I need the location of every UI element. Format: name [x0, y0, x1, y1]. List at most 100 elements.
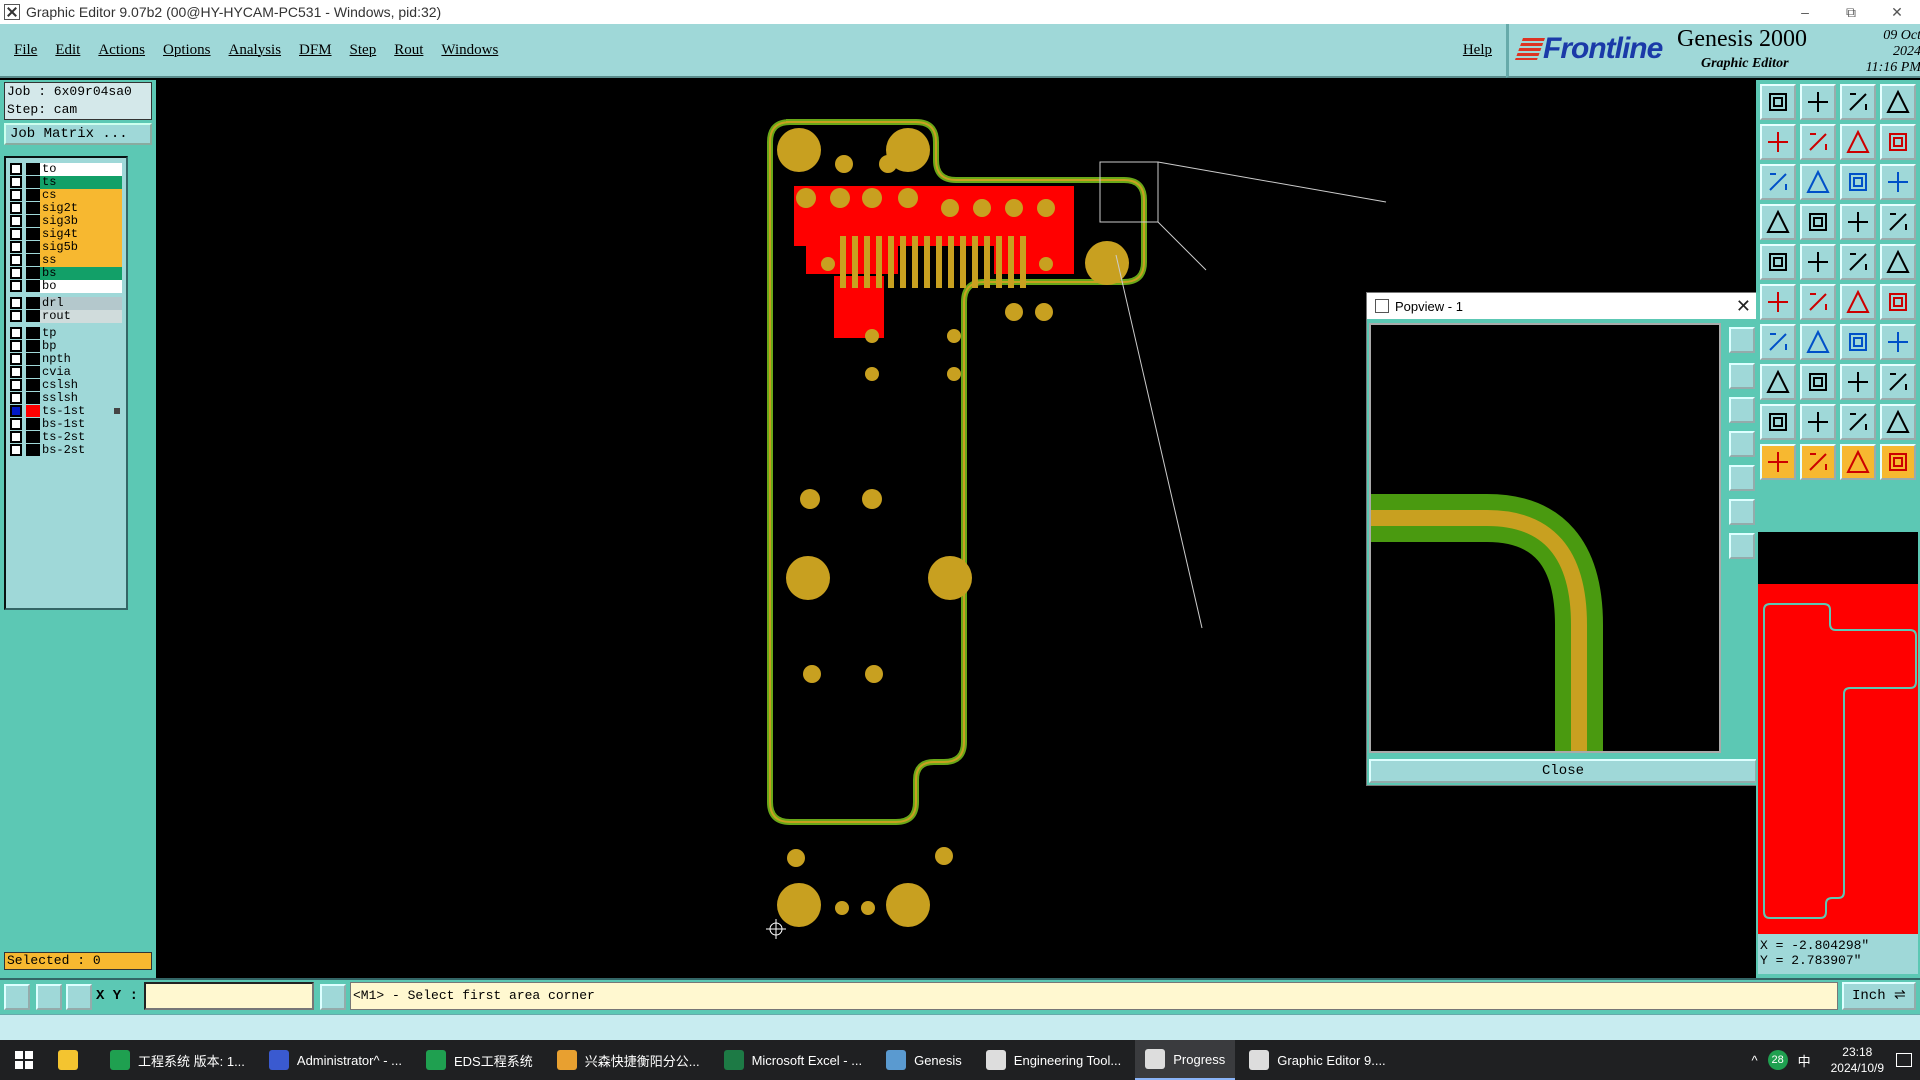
layer-name[interactable]: cslsh: [40, 378, 122, 392]
menu-windows[interactable]: Windows: [441, 42, 498, 59]
tool-layer-a-button[interactable]: [1840, 204, 1876, 240]
tool-delete-button[interactable]: [1800, 284, 1836, 320]
menu-options[interactable]: Options: [163, 42, 211, 59]
tool-slot-button[interactable]: [1840, 364, 1876, 400]
taskbar-item[interactable]: Graphic Editor 9....: [1239, 1040, 1395, 1080]
taskbar-file-explorer[interactable]: [48, 1040, 96, 1080]
measure-mode-button[interactable]: [36, 984, 62, 1010]
tool-layer-b-button[interactable]: [1880, 204, 1916, 240]
layer-row-cvia[interactable]: cvia: [10, 365, 122, 379]
notification-icon[interactable]: [1896, 1053, 1912, 1067]
tool-features-button[interactable]: [1800, 244, 1836, 280]
layer-checkbox[interactable]: [10, 228, 22, 240]
tool-measure-button[interactable]: [1840, 244, 1876, 280]
layer-checkbox[interactable]: [10, 241, 22, 253]
tool-grid-button[interactable]: [1800, 204, 1836, 240]
taskbar-item[interactable]: 工程系统 版本: 1...: [100, 1040, 255, 1080]
layer-checkbox[interactable]: [10, 379, 22, 391]
layer-row-tp[interactable]: tp: [10, 326, 122, 340]
layer-row-bs[interactable]: bs: [10, 266, 122, 280]
layer-row-drl[interactable]: drl: [10, 296, 122, 310]
popview-close-button[interactable]: Close: [1369, 759, 1757, 783]
layer-name[interactable]: drl: [40, 296, 122, 310]
layer-checkbox[interactable]: [10, 202, 22, 214]
info-button[interactable]: [320, 984, 346, 1010]
tool-select-move-button[interactable]: [1880, 444, 1916, 480]
minimize-button[interactable]: –: [1782, 4, 1828, 20]
layer-row-bo[interactable]: bo: [10, 279, 122, 293]
layer-row-ts-2st[interactable]: ts-2st: [10, 430, 122, 444]
menu-step[interactable]: Step: [350, 42, 377, 59]
layer-row-bs-2st[interactable]: bs-2st: [10, 443, 122, 457]
restore-button[interactable]: ⧉: [1828, 4, 1874, 21]
tool-zoom-center-button[interactable]: [1800, 164, 1836, 200]
layer-row-rout[interactable]: rout: [10, 309, 122, 323]
tool-drc-d-button[interactable]: [1880, 404, 1916, 440]
tool-save-button[interactable]: [1800, 84, 1836, 120]
menu-analysis[interactable]: Analysis: [229, 42, 282, 59]
tool-config-button[interactable]: [1760, 204, 1796, 240]
tool-drc-a-button[interactable]: [1760, 404, 1796, 440]
layer-name[interactable]: rout: [40, 309, 122, 323]
taskbar-item[interactable]: Engineering Tool...: [976, 1040, 1131, 1080]
graphic-canvas[interactable]: Popview - 1 ✕ Close: [156, 80, 1760, 978]
layer-name[interactable]: bs-1st: [40, 417, 122, 431]
layer-name[interactable]: ss: [40, 253, 122, 267]
taskbar-item[interactable]: Genesis: [876, 1040, 972, 1080]
layer-checkbox[interactable]: [10, 431, 22, 443]
layer-checkbox[interactable]: [10, 366, 22, 378]
tool-align-button[interactable]: [1880, 324, 1916, 360]
popview-view[interactable]: [1369, 323, 1721, 753]
layer-checkbox[interactable]: [10, 327, 22, 339]
layer-name[interactable]: cvia: [40, 365, 122, 379]
layer-checkbox[interactable]: [10, 254, 22, 266]
layer-checkbox[interactable]: [10, 405, 22, 417]
taskbar-item[interactable]: Microsoft Excel - ...: [714, 1040, 873, 1080]
tool-drc-b-button[interactable]: [1800, 404, 1836, 440]
layer-name[interactable]: bs-2st: [40, 443, 122, 457]
menu-help[interactable]: Help: [1463, 42, 1492, 59]
tool-next-button[interactable]: [1800, 124, 1836, 160]
layer-checkbox[interactable]: [10, 392, 22, 404]
snap-mode-button[interactable]: [4, 984, 30, 1010]
layer-checkbox[interactable]: [10, 163, 22, 175]
taskbar-item[interactable]: EDS工程系统: [416, 1040, 543, 1080]
popview-pan-up-tool[interactable]: [1729, 363, 1755, 389]
popview-zoom-tool[interactable]: [1729, 327, 1755, 353]
xy-input[interactable]: [144, 982, 314, 1010]
layer-name[interactable]: sig3b: [40, 214, 122, 228]
tray-badge[interactable]: 28: [1767, 1050, 1788, 1070]
layer-row-sig4t[interactable]: sig4t: [10, 227, 122, 241]
taskbar-item[interactable]: Progress: [1135, 1040, 1236, 1080]
tool-select-area-button[interactable]: [1800, 444, 1836, 480]
menu-actions[interactable]: Actions: [98, 42, 145, 59]
layer-checkbox[interactable]: [10, 418, 22, 430]
layer-name[interactable]: sig2t: [40, 201, 122, 215]
tool-fit-button[interactable]: [1760, 164, 1796, 200]
tool-prev-button[interactable]: [1760, 124, 1796, 160]
tool-arc-button[interactable]: [1840, 324, 1876, 360]
tool-help-button[interactable]: [1880, 164, 1916, 200]
tool-draw-button[interactable]: [1800, 324, 1836, 360]
popview-title-bar[interactable]: Popview - 1 ✕: [1367, 293, 1759, 319]
tool-copy-button[interactable]: [1880, 364, 1916, 400]
layer-checkbox[interactable]: [10, 280, 22, 292]
layer-row-ss[interactable]: ss: [10, 253, 122, 267]
layer-checkbox[interactable]: [10, 310, 22, 322]
tool-pad-button[interactable]: [1880, 244, 1916, 280]
tool-scale-button[interactable]: [1840, 164, 1876, 200]
layer-name[interactable]: bp: [40, 339, 122, 353]
layer-checkbox[interactable]: [10, 267, 22, 279]
layer-name[interactable]: ts: [40, 175, 122, 189]
tool-add-pad-button[interactable]: [1760, 364, 1796, 400]
layer-name[interactable]: to: [40, 162, 122, 176]
menu-rout[interactable]: Rout: [394, 42, 423, 59]
layer-row-npth[interactable]: npth: [10, 352, 122, 366]
menu-file[interactable]: File: [14, 42, 37, 59]
layer-checkbox[interactable]: [10, 189, 22, 201]
ime-indicator[interactable]: 中: [1798, 1051, 1811, 1070]
layer-name[interactable]: bs: [40, 266, 122, 280]
tool-node-button[interactable]: [1840, 284, 1876, 320]
tool-select-button[interactable]: [1760, 444, 1796, 480]
layer-name[interactable]: ts-2st: [40, 430, 122, 444]
